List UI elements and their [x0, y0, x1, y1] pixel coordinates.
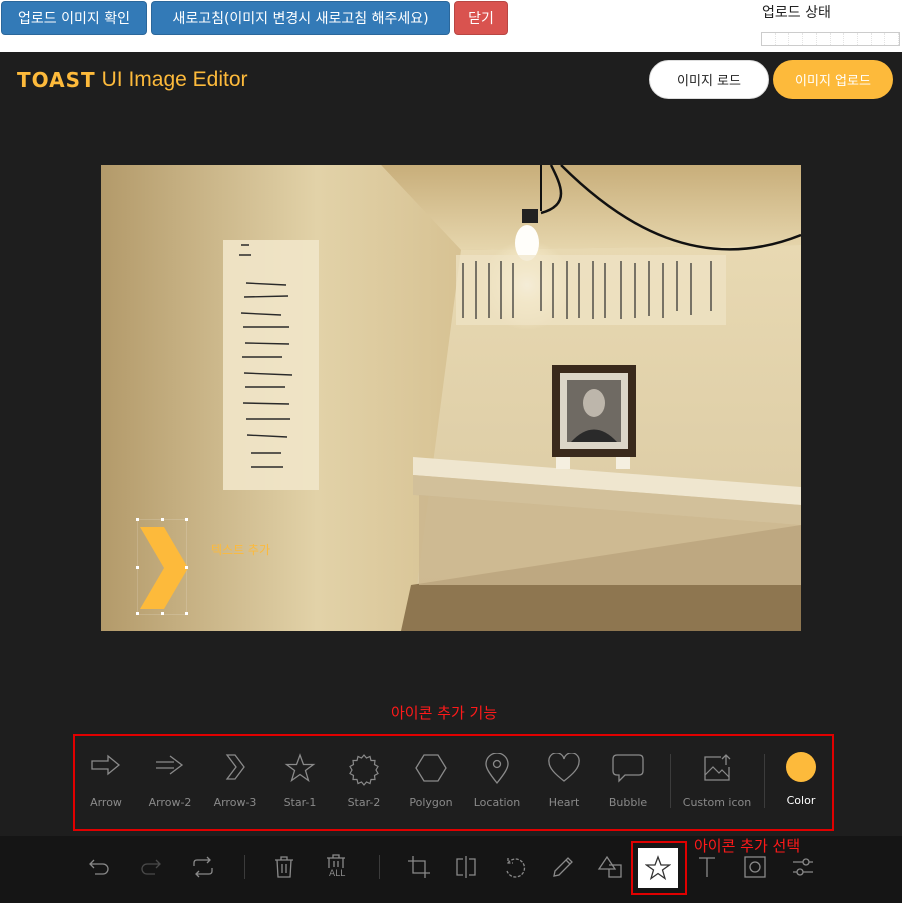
submenu-label: Star-2 — [347, 796, 381, 809]
logo-brand: TOAST — [17, 68, 96, 92]
rotate-icon — [506, 858, 526, 878]
undo-icon — [89, 859, 109, 875]
crop-icon — [408, 856, 430, 878]
refresh-button[interactable]: 새로고침(이미지 변경시 새로고침 해주세요) — [151, 1, 450, 35]
submenu-label: Location — [473, 796, 521, 809]
submenu-star-1[interactable]: Star-1 — [280, 737, 320, 830]
menu-divider — [244, 855, 245, 879]
reset-button[interactable] — [186, 850, 220, 884]
redo-icon — [141, 859, 161, 875]
upload-image-check-button[interactable]: 업로드 이미지 확인 — [1, 1, 147, 35]
submenu-label: Arrow — [90, 796, 122, 809]
delete-icon — [275, 856, 293, 878]
undo-button[interactable] — [82, 850, 116, 884]
star-1-icon — [284, 753, 316, 783]
canvas-text[interactable]: 텍스트 추가 — [211, 541, 270, 558]
submenu-arrow[interactable]: Arrow — [86, 737, 126, 830]
reset-icon — [193, 856, 213, 878]
text-icon — [699, 857, 715, 877]
delete-all-button[interactable]: ALL — [319, 850, 353, 884]
submenu-label: Heart — [548, 796, 580, 809]
submenu-label: Star-1 — [283, 796, 317, 809]
delete-button[interactable] — [267, 850, 301, 884]
submenu-star-2[interactable]: Star-2 — [344, 737, 384, 830]
submenu-divider — [670, 754, 671, 808]
logo-title: UI Image Editor — [101, 68, 248, 91]
submenu-label: Bubble — [608, 796, 648, 809]
icon-submenu: Arrow Arrow-2 Arrow-3 Star-1 Star-2 Poly… — [76, 737, 833, 830]
editor-logo: TOAST UI Image Editor — [17, 66, 248, 94]
icon-selection-box[interactable] — [136, 518, 188, 616]
color-swatch-icon — [786, 752, 816, 782]
arrow-icon — [91, 754, 121, 776]
submenu-custom-icon[interactable]: Custom icon — [682, 737, 752, 830]
shape-icon — [597, 855, 622, 878]
room-photo — [101, 165, 801, 631]
load-image-button[interactable]: 이미지 로드 — [649, 60, 769, 99]
icon-select-highlight — [631, 841, 687, 895]
shape-button[interactable] — [593, 850, 627, 884]
draw-icon — [553, 857, 573, 877]
icon-select-annotation: 아이콘 추가 선택 — [694, 837, 801, 855]
submenu-label: Arrow-2 — [148, 796, 192, 809]
flip-icon — [456, 856, 476, 878]
close-button[interactable]: 닫기 — [454, 1, 508, 35]
submenu-color[interactable]: Color — [776, 737, 826, 830]
image-editor: TOAST UI Image Editor 이미지 로드 이미지 업로드 텍스트… — [0, 52, 902, 903]
submenu-label: Polygon — [409, 796, 453, 809]
submenu-location[interactable]: Location — [472, 737, 522, 830]
submenu-heart[interactable]: Heart — [544, 737, 584, 830]
menu-divider — [379, 855, 380, 879]
mask-icon — [744, 856, 766, 878]
star-2-icon — [349, 754, 379, 786]
submenu-bubble[interactable]: Bubble — [607, 737, 649, 830]
upload-image-button[interactable]: 이미지 업로드 — [773, 60, 893, 99]
location-icon — [485, 753, 509, 785]
heart-icon — [548, 753, 580, 782]
polygon-icon — [415, 754, 447, 782]
delete-all-label: ALL — [329, 869, 346, 879]
flip-button[interactable] — [449, 850, 483, 884]
submenu-arrow-2[interactable]: Arrow-2 — [148, 737, 192, 830]
redo-button[interactable] — [134, 850, 168, 884]
arrow-3-icon — [225, 754, 245, 780]
bubble-icon — [612, 754, 644, 783]
arrow-3-shape[interactable] — [138, 520, 188, 616]
rotate-button[interactable] — [498, 850, 532, 884]
arrow-2-icon — [156, 755, 184, 775]
submenu-polygon[interactable]: Polygon — [406, 737, 456, 830]
custom-icon-upload-icon — [704, 754, 731, 781]
submenu-divider — [764, 754, 765, 808]
upload-progress-bar — [761, 32, 900, 46]
submenu-arrow-3[interactable]: Arrow-3 — [213, 737, 257, 830]
image-canvas[interactable]: 텍스트 추가 — [101, 165, 801, 631]
filter-icon — [793, 858, 813, 876]
submenu-label: Arrow-3 — [213, 796, 257, 809]
submenu-label: Custom icon — [682, 796, 752, 809]
draw-button[interactable] — [546, 850, 580, 884]
top-toolbar: 업로드 이미지 확인 새로고침(이미지 변경시 새로고침 해주세요) 닫기 업로… — [0, 0, 902, 52]
upload-status-label: 업로드 상태 — [762, 5, 831, 21]
submenu-label: Color — [786, 794, 816, 807]
crop-button[interactable] — [402, 850, 436, 884]
icon-feature-annotation: 아이콘 추가 기능 — [391, 704, 498, 722]
